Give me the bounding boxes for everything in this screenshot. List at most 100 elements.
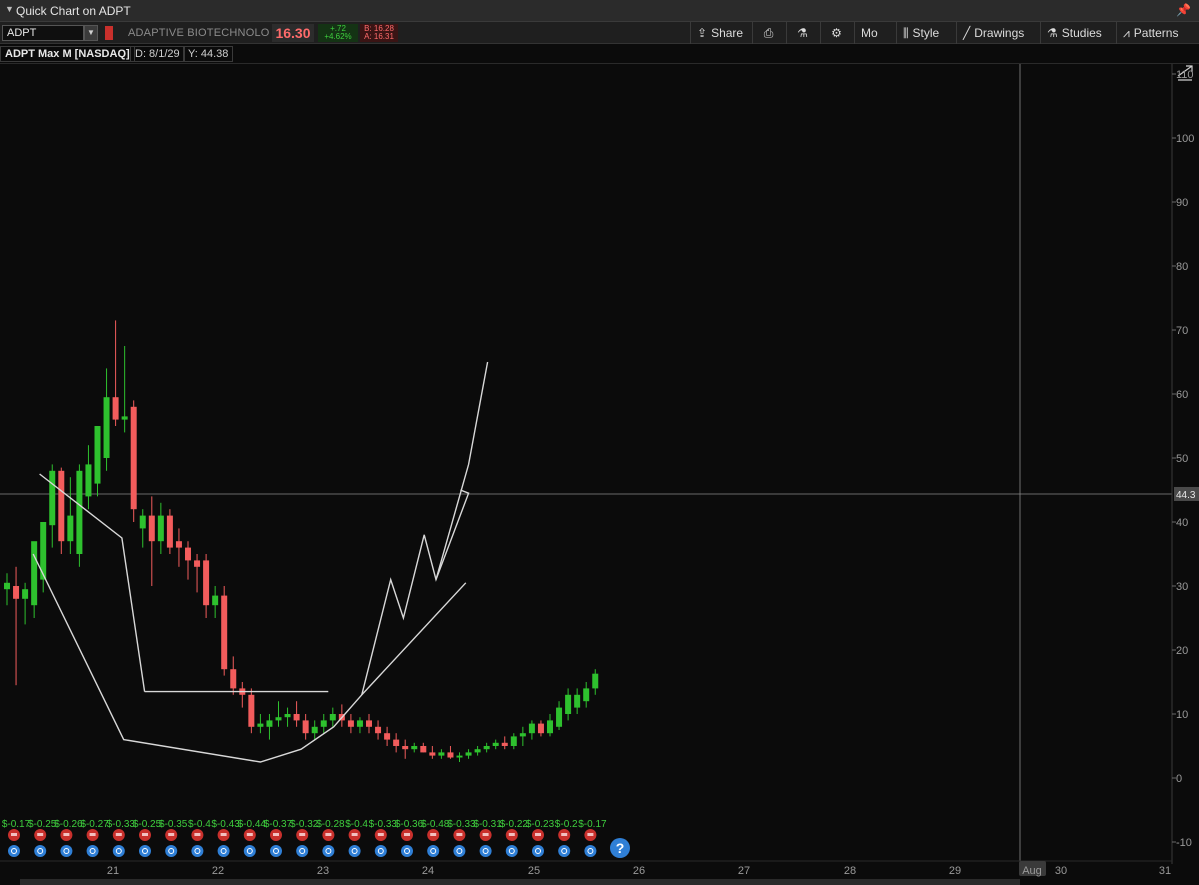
aggregation-button[interactable]: Mo <box>854 22 894 44</box>
studies-button[interactable]: ⚗ Studies <box>1040 22 1114 44</box>
dividend-marker-icon[interactable] <box>505 845 518 857</box>
candle-body <box>58 470 65 542</box>
dividend-marker-icon[interactable] <box>34 845 47 857</box>
candle <box>31 541 38 618</box>
price-tick-label: 90 <box>1176 197 1188 209</box>
projection-drawing[interactable] <box>435 361 489 580</box>
candle <box>166 509 173 554</box>
candle-body <box>465 752 472 756</box>
candle <box>347 714 354 734</box>
candle-body <box>556 707 563 727</box>
candle-body <box>565 694 572 714</box>
candle-body <box>76 470 83 554</box>
candle <box>112 320 119 426</box>
candle-body <box>375 726 382 734</box>
candle <box>402 739 409 759</box>
dividend-marker-icon[interactable] <box>427 845 440 857</box>
dividend-marker-icon[interactable] <box>532 845 544 857</box>
aggregation-label: Mo <box>861 26 878 40</box>
candle-body <box>537 723 544 734</box>
time-tick-label: Aug <box>1022 865 1042 877</box>
flask-button[interactable]: ⚗ <box>786 22 818 44</box>
dividend-marker-icon[interactable] <box>165 845 178 857</box>
candle <box>302 714 309 740</box>
share-icon: ⇪ <box>697 26 708 40</box>
candle-body <box>483 746 490 750</box>
patterns-label: Patterns <box>1133 26 1179 40</box>
dividend-marker-icon[interactable] <box>296 845 309 857</box>
drawings-button[interactable]: ╱ Drawings <box>956 22 1038 44</box>
candle-body <box>356 720 363 727</box>
earnings-label: $-0.4 <box>345 819 368 830</box>
candle <box>583 682 590 708</box>
candle <box>94 426 101 497</box>
candle <box>510 733 517 750</box>
candle-body <box>574 694 581 708</box>
candle-body <box>519 733 526 737</box>
cup-outline-drawing[interactable] <box>32 553 467 763</box>
symbol-input[interactable]: ADPT <box>2 25 84 41</box>
price-tick-label: 50 <box>1176 453 1188 465</box>
candle <box>175 528 182 567</box>
time-tick-label: 24 <box>422 865 434 877</box>
earnings-label: $-0.43 <box>211 819 240 830</box>
dividend-marker-icon[interactable] <box>558 845 571 857</box>
candle-body <box>492 742 499 746</box>
ask-value: A: 16.31 <box>364 32 394 41</box>
collapse-chevron-icon[interactable]: ▼ <box>5 4 14 14</box>
snapshot-button[interactable]: ⎙ <box>752 22 784 44</box>
price-chart[interactable]: 1101009080706050403020100-1021 22 23 24 25 26… <box>0 64 1199 885</box>
candle <box>85 445 92 510</box>
candle-body <box>474 749 481 753</box>
price-tick-label: -10 <box>1176 837 1192 849</box>
dividend-marker-icon[interactable] <box>479 845 492 857</box>
earnings-label: $-0.35 <box>159 819 188 830</box>
earnings-label: $-0.2 <box>555 819 578 830</box>
patterns-button[interactable]: ⩘ Patterns <box>1116 22 1199 44</box>
candle-body <box>49 470 56 526</box>
alert-flag-icon[interactable] <box>105 26 113 40</box>
horizontal-scrollbar[interactable] <box>20 879 1020 885</box>
dividend-marker-icon[interactable] <box>60 845 73 857</box>
dividend-marker-icon[interactable] <box>453 845 466 857</box>
candle <box>411 742 418 753</box>
dividend-marker-icon[interactable] <box>243 845 256 857</box>
candle <box>284 707 291 727</box>
price-tick-label: 10 <box>1176 709 1188 721</box>
time-tick-label: 22 <box>212 865 224 877</box>
dividend-marker-icon[interactable] <box>139 845 151 857</box>
event-marker-glyph-icon <box>561 833 568 836</box>
dividend-marker-icon[interactable] <box>191 845 204 857</box>
candle-body <box>230 669 237 689</box>
candle-body <box>302 720 309 734</box>
camera-icon: ⎙ <box>763 25 774 40</box>
earnings-label: $-0.48 <box>421 819 450 830</box>
style-button[interactable]: ⫼ Style <box>896 22 954 44</box>
dividend-marker-icon[interactable] <box>584 845 597 857</box>
candle-body <box>447 752 454 758</box>
dividend-marker-icon[interactable] <box>8 845 20 857</box>
dividend-marker-icon[interactable] <box>86 845 99 857</box>
dividend-marker-icon[interactable] <box>348 845 361 857</box>
event-marker-glyph-icon <box>63 833 70 836</box>
candle <box>221 586 228 676</box>
dividend-marker-icon[interactable] <box>322 845 335 857</box>
dividend-marker-icon[interactable] <box>217 845 230 857</box>
dividend-marker-icon[interactable] <box>270 845 282 857</box>
event-marker-glyph-icon <box>587 833 594 836</box>
share-button[interactable]: ⇪ Share <box>690 22 748 44</box>
event-marker-glyph-icon <box>430 833 437 836</box>
candle-body <box>257 723 264 727</box>
cup-upper-drawing[interactable] <box>39 473 146 692</box>
earnings-label: $-0.44 <box>238 819 267 830</box>
candle-body <box>456 755 463 758</box>
candle <box>13 566 20 686</box>
pin-icon[interactable]: 📌 <box>1176 3 1191 17</box>
settings-button[interactable]: ⚙ <box>820 22 852 44</box>
dividend-marker-icon[interactable] <box>401 845 413 857</box>
time-tick-label: 29 <box>949 865 961 877</box>
dividend-marker-icon[interactable] <box>374 845 387 857</box>
candle <box>49 464 56 548</box>
dividend-marker-icon[interactable] <box>112 845 125 857</box>
symbol-dropdown-button[interactable]: ▼ <box>84 25 98 41</box>
